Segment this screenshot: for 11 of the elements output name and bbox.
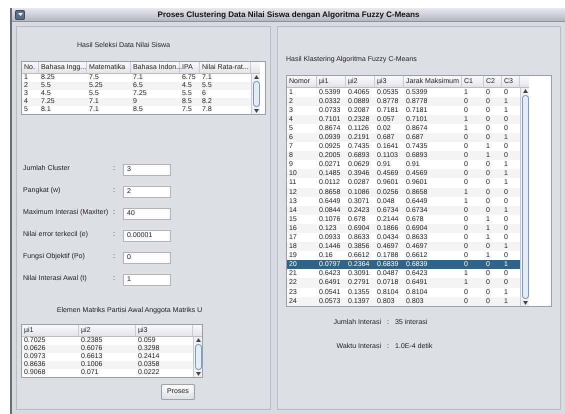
scroll-down-icon[interactable] xyxy=(196,372,200,376)
scroll-thumb[interactable] xyxy=(252,80,260,106)
window-title: Proses Clustering Data Nilai Siswa dengan Algoritma Fuzzy C-Means xyxy=(156,8,420,20)
scroll-thumb[interactable] xyxy=(194,344,202,370)
scrollbar[interactable] xyxy=(251,74,260,114)
scroll-thumb[interactable] xyxy=(522,94,528,299)
caret-icon xyxy=(18,13,22,16)
scroll-down-icon[interactable] xyxy=(254,108,258,112)
scrollbar[interactable] xyxy=(520,88,529,306)
scrollbar[interactable] xyxy=(193,337,202,377)
window-menu-button[interactable] xyxy=(15,10,25,20)
